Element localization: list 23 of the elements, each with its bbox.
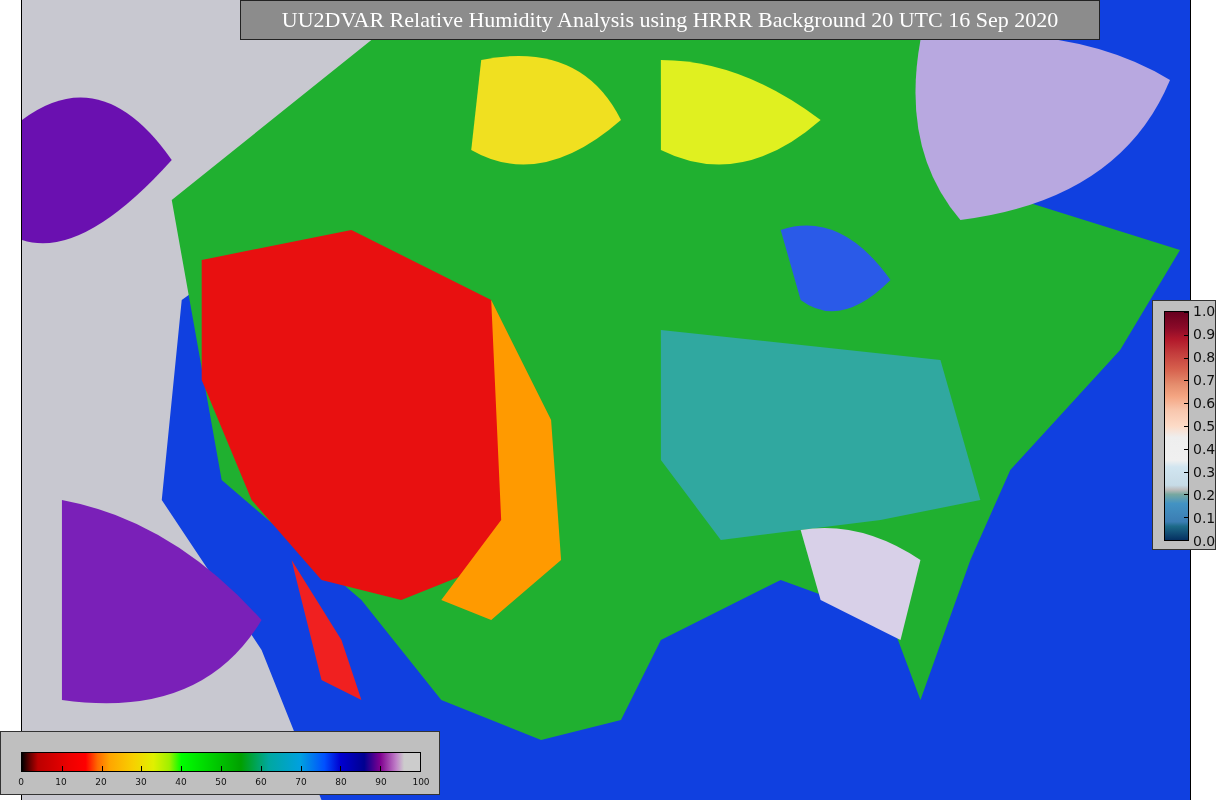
tick-label: 0.5 (1193, 418, 1216, 434)
tick-label: 80 (335, 776, 347, 788)
tick-label: 0.6 (1193, 395, 1216, 411)
tick-label: 50 (215, 776, 227, 788)
tick-label: 0.3 (1193, 464, 1216, 480)
tick-label: 90 (375, 776, 387, 788)
tick-label: 0.7 (1193, 372, 1216, 388)
tick-label: 30 (135, 776, 147, 788)
tick-label: 20 (95, 776, 107, 788)
tick-label: 0.0 (1193, 533, 1216, 549)
tick-label: 1.0 (1193, 303, 1216, 319)
tick-label: 10 (55, 776, 67, 788)
tick-label: 0.2 (1193, 487, 1216, 503)
tick-label: 60 (255, 776, 267, 788)
tick-label: 0.9 (1193, 326, 1216, 342)
tick-label: 0.4 (1193, 441, 1216, 457)
map-title: UU2DVAR Relative Humidity Analysis using HRRR Background 20 UTC 16 Sep 2020 (240, 0, 1100, 40)
tick-label: 100 (412, 776, 430, 788)
tick-label: 0 (18, 776, 24, 788)
tick-label: 40 (175, 776, 187, 788)
tick-label: 0.1 (1193, 510, 1216, 526)
tick-label: 70 (295, 776, 307, 788)
tick-label: 0.8 (1193, 349, 1216, 365)
